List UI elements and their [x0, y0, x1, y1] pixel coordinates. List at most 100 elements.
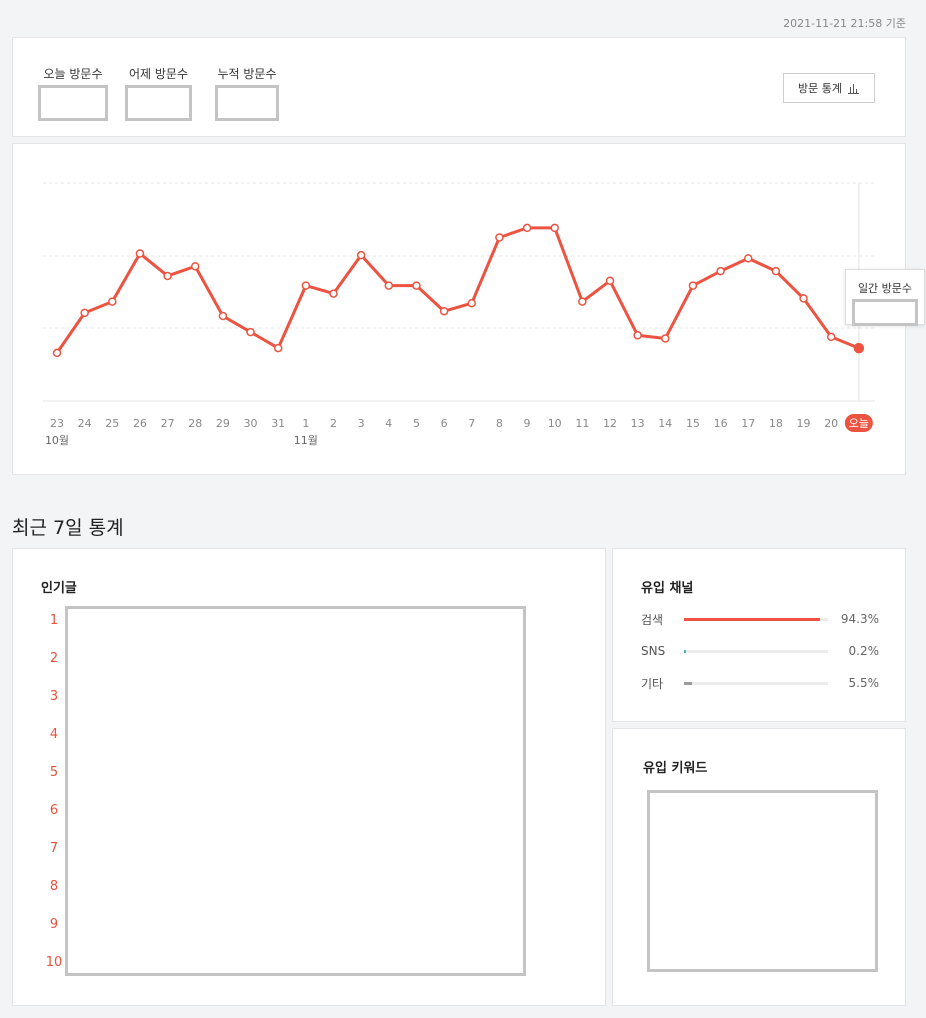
data-point — [771, 266, 781, 276]
data-point — [52, 348, 62, 358]
data-point — [550, 223, 559, 233]
inflow-channels-title: 유입 채널 — [641, 581, 694, 596]
channel-bar-fill — [684, 649, 687, 653]
data-point — [273, 343, 283, 353]
today-visits: 오늘 방문수 — [38, 65, 108, 121]
channel-row: 기타 5.5% — [641, 675, 879, 691]
popular-rank-7: 7 — [49, 841, 59, 856]
data-point — [661, 334, 670, 343]
popular-rank-8: 8 — [49, 879, 59, 894]
data-point — [439, 306, 449, 316]
popular-rank-10: 10 — [45, 955, 63, 970]
bar-chart-icon — [847, 83, 859, 94]
channel-label: SNS — [641, 644, 666, 658]
total-visits-label: 누적 방문수 — [217, 67, 277, 81]
tooltip-value — [852, 299, 918, 326]
recent-stats-title: 최근 7일 통계 — [12, 517, 124, 539]
data-point — [108, 297, 117, 306]
popular-posts-list — [65, 606, 526, 976]
daily-visits-chart: 23 24 25 26 27 28 29 30 31 1 2 3 4 5 6 7 8 9 10 11 12 13 14 15 1… — [12, 143, 925, 475]
inflow-keywords-list — [647, 790, 878, 972]
x-tick-label: 10 — [548, 417, 562, 430]
popular-rank-9: 9 — [49, 917, 59, 932]
data-point — [605, 276, 615, 286]
x-tick-label: 12 — [603, 417, 617, 430]
x-tick-label: 28 — [188, 417, 202, 430]
x-tick-label: 31 — [271, 417, 285, 430]
channel-bar-track — [684, 617, 828, 621]
x-tick-label: 20 — [824, 417, 838, 430]
today-visits-label: 오늘 방문수 — [43, 67, 103, 81]
x-tick-label: 2 — [330, 417, 337, 430]
tooltip-label: 일간 방문수 — [857, 282, 913, 295]
visits-line-chart: 23 24 25 26 27 28 29 30 31 1 2 3 4 5 6 7 8 9 10 11 12 13 14 15 1… — [43, 182, 875, 447]
today-visits-value — [38, 85, 108, 121]
channel-percent: 5.5% — [848, 676, 880, 690]
data-point — [384, 281, 394, 290]
x-tick-label: 1 — [302, 417, 309, 430]
inflow-keywords-title: 유입 키워드 — [643, 761, 708, 776]
data-point — [578, 297, 587, 306]
data-point — [80, 308, 89, 318]
data-point — [356, 250, 366, 260]
yesterday-visits: 어제 방문수 — [125, 65, 192, 121]
data-point — [329, 289, 338, 298]
x-tick-label: 11 — [575, 417, 589, 430]
daily-visits-tooltip: 일간 방문수 — [845, 269, 925, 326]
popular-rank-6: 6 — [49, 803, 59, 818]
popular-rank-3: 3 — [49, 689, 59, 704]
channel-bar-track — [684, 681, 828, 685]
inflow-keywords-card: 유입 키워드 — [612, 728, 906, 1006]
data-point — [191, 262, 200, 271]
data-point — [495, 233, 504, 242]
x-tick-label: 6 — [441, 417, 448, 430]
data-point — [301, 281, 311, 290]
total-visits-value — [215, 85, 279, 121]
data-point — [853, 342, 865, 354]
yesterday-visits-label: 어제 방문수 — [128, 67, 188, 81]
channel-label: 기타 — [641, 676, 664, 691]
x-tick-label: 27 — [161, 417, 175, 430]
channel-label: 검색 — [641, 612, 664, 627]
x-tick-label: 24 — [78, 417, 92, 430]
inflow-channels-card: 유입 채널 검색 94.3% SNS 0.2% 기타 5.5% — [612, 548, 906, 722]
data-point — [716, 266, 725, 276]
series-line — [55, 226, 860, 354]
channel-row: SNS 0.2% — [641, 643, 879, 659]
visit-stats-button[interactable]: 방문 통계 — [783, 73, 875, 103]
summary-card: 오늘 방문수 어제 방문수 누적 방문수 방문 통계 — [12, 37, 906, 137]
data-point — [522, 223, 532, 233]
x-tick-label: 23 — [50, 417, 64, 430]
data-point — [163, 271, 172, 281]
x-tick-label: 16 — [714, 417, 728, 430]
x-tick-label: 9 — [524, 417, 531, 430]
month-label: 11월 — [294, 434, 318, 447]
channel-percent: 0.2% — [848, 644, 880, 658]
total-visits: 누적 방문수 — [215, 65, 279, 121]
x-tick-label: 8 — [496, 417, 503, 430]
data-point — [467, 298, 476, 308]
channel-row: 검색 94.3% — [641, 611, 879, 627]
data-point — [688, 281, 698, 290]
data-point — [744, 254, 753, 263]
popular-rank-2: 2 — [49, 651, 59, 666]
popular-rank-4: 4 — [49, 727, 59, 742]
x-tick-label: 13 — [631, 417, 645, 430]
popular-posts-title: 인기글 — [41, 581, 77, 596]
x-tick-label: 오늘 — [849, 417, 869, 430]
yesterday-visits-value — [125, 85, 192, 121]
x-tick-label: 5 — [413, 417, 420, 430]
channel-percent: 94.3% — [840, 612, 879, 626]
data-point — [412, 281, 421, 290]
x-tick-label: 18 — [769, 417, 783, 430]
data-point — [246, 327, 255, 337]
visit-stats-label: 방문 통계 — [798, 82, 842, 95]
popular-posts-card: 인기글 1 2 3 4 5 6 7 8 9 10 — [12, 548, 606, 1006]
x-tick-label: 25 — [105, 417, 119, 430]
data-point — [218, 311, 228, 321]
x-tick-label: 17 — [741, 417, 755, 430]
x-tick-label: 26 — [133, 417, 147, 430]
x-tick-label: 14 — [658, 417, 672, 430]
channel-bar-fill — [684, 617, 820, 621]
data-point — [135, 249, 145, 258]
